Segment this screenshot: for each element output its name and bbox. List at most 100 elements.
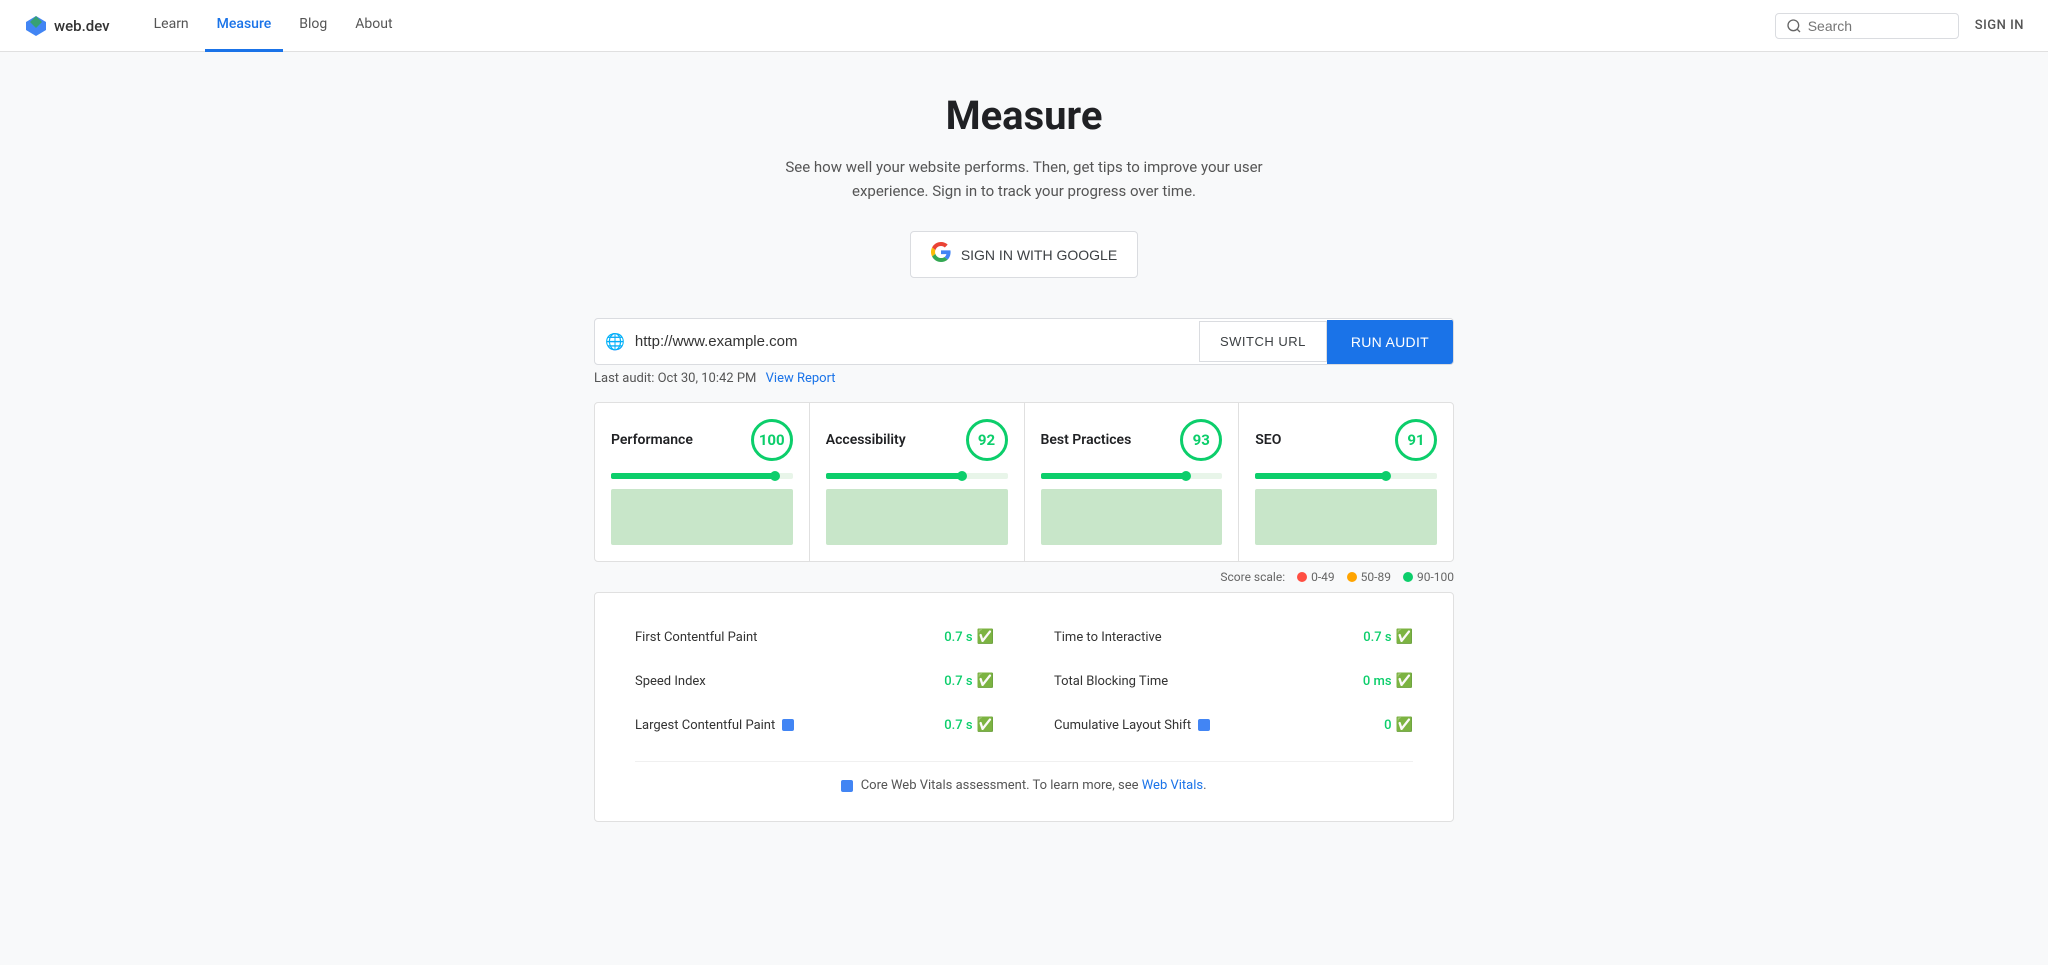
score-card-header-accessibility: Accessibility 92	[826, 419, 1008, 461]
score-label-performance: Performance	[611, 432, 693, 448]
score-bar-track-accessibility	[826, 473, 1008, 479]
metric-check-tbt: ✅	[1396, 673, 1413, 689]
score-circle-accessibility: 92	[966, 419, 1008, 461]
cwv-text: Core Web Vitals assessment. To learn mor…	[861, 778, 1139, 793]
google-signin-label: SIGN IN WITH GOOGLE	[961, 247, 1117, 263]
metric-fcp: First Contentful Paint 0.7 s ✅	[635, 621, 994, 653]
cls-cwv-badge	[1198, 719, 1210, 731]
scale-range-mid: 50-89	[1361, 570, 1391, 584]
metric-value-lcp: 0.7 s ✅	[944, 717, 994, 733]
metric-label-tti: Time to Interactive	[1054, 630, 1162, 645]
score-thumbnail-best-practices	[1041, 489, 1223, 545]
score-bar-fill-performance	[611, 473, 775, 479]
scale-dot-low	[1297, 572, 1307, 582]
score-card-header-performance: Performance 100	[611, 419, 793, 461]
metric-value-text-tbt: 0 ms	[1363, 674, 1392, 689]
metric-row-tti: Time to Interactive 0.7 s ✅	[1054, 621, 1413, 653]
metric-row-tbt: Total Blocking Time 0 ms ✅	[1054, 665, 1413, 697]
score-label-seo: SEO	[1255, 432, 1281, 448]
switch-url-button[interactable]: SWITCH URL	[1199, 321, 1327, 362]
search-icon	[1786, 18, 1802, 34]
score-card-accessibility: Accessibility 92	[810, 403, 1025, 561]
score-card-header-seo: SEO 91	[1255, 419, 1437, 461]
google-logo-icon	[931, 242, 951, 262]
metric-value-fcp: 0.7 s ✅	[944, 629, 994, 645]
metric-tti: Time to Interactive 0.7 s ✅	[1054, 621, 1413, 653]
score-bar-dot-seo	[1381, 471, 1391, 481]
score-card-seo: SEO 91	[1239, 403, 1453, 561]
scale-item-low: 0-49	[1297, 570, 1335, 584]
last-audit-info: Last audit: Oct 30, 10:42 PM View Report	[594, 371, 1454, 386]
metric-row-lcp: Largest Contentful Paint 0.7 s ✅	[635, 709, 994, 741]
logo-link[interactable]: web.dev	[24, 14, 110, 38]
metric-label-cls: Cumulative Layout Shift	[1054, 718, 1214, 733]
logo-icon	[24, 14, 48, 38]
metric-check-lcp: ✅	[977, 717, 994, 733]
logo-text: web.dev	[54, 17, 110, 35]
sign-in-button[interactable]: SIGN IN	[1975, 18, 2024, 33]
metric-si: Speed Index 0.7 s ✅	[635, 665, 994, 697]
score-bar-fill-seo	[1255, 473, 1386, 479]
score-bar-dot-best-practices	[1181, 471, 1191, 481]
metric-value-text-fcp: 0.7 s	[944, 630, 972, 645]
google-signin-button[interactable]: SIGN IN WITH GOOGLE	[910, 231, 1138, 278]
scale-range-low: 0-49	[1311, 570, 1335, 584]
url-section: 🌐 SWITCH URL RUN AUDIT Last audit: Oct 3…	[594, 318, 1454, 386]
metric-value-cls: 0 ✅	[1384, 717, 1413, 733]
nav-link-learn[interactable]: Learn	[142, 0, 201, 52]
metric-value-si: 0.7 s ✅	[944, 673, 994, 689]
metric-lcp: Largest Contentful Paint 0.7 s ✅	[635, 709, 994, 741]
metric-label-fcp: First Contentful Paint	[635, 630, 757, 645]
metric-tbt: Total Blocking Time 0 ms ✅	[1054, 665, 1413, 697]
score-circle-performance: 100	[751, 419, 793, 461]
metric-value-text-lcp: 0.7 s	[944, 718, 972, 733]
metric-row-cls: Cumulative Layout Shift 0 ✅	[1054, 709, 1413, 741]
metric-check-cls: ✅	[1396, 717, 1413, 733]
score-scale-label: Score scale:	[1220, 570, 1285, 584]
metric-value-text-cls: 0	[1384, 718, 1391, 733]
score-bar-dot-performance	[770, 471, 780, 481]
score-thumbnail-performance	[611, 489, 793, 545]
url-input[interactable]	[635, 319, 1199, 364]
scale-item-high: 90-100	[1403, 570, 1454, 584]
lcp-cwv-badge	[782, 719, 794, 731]
metric-row-fcp: First Contentful Paint 0.7 s ✅	[635, 621, 994, 653]
scale-dot-mid	[1347, 572, 1357, 582]
score-bar-dot-accessibility	[957, 471, 967, 481]
page-title: Measure	[594, 92, 1454, 139]
metric-label-lcp: Largest Contentful Paint	[635, 718, 798, 733]
metric-value-text-si: 0.7 s	[944, 674, 972, 689]
score-card-header-best-practices: Best Practices 93	[1041, 419, 1223, 461]
metric-value-tbt: 0 ms ✅	[1363, 673, 1413, 689]
nav-link-blog[interactable]: Blog	[287, 0, 339, 52]
page-subtitle: See how well your website performs. Then…	[594, 155, 1454, 203]
score-label-best-practices: Best Practices	[1041, 432, 1132, 448]
score-bar-fill-accessibility	[826, 473, 962, 479]
run-audit-button[interactable]: RUN AUDIT	[1327, 320, 1453, 364]
view-report-link[interactable]: View Report	[766, 371, 836, 386]
score-bar-track-seo	[1255, 473, 1437, 479]
score-thumbnail-accessibility	[826, 489, 1008, 545]
scale-item-mid: 50-89	[1347, 570, 1391, 584]
metric-value-text-tti: 0.7 s	[1363, 630, 1391, 645]
nav-link-about[interactable]: About	[343, 0, 404, 52]
score-circle-best-practices: 93	[1180, 419, 1222, 461]
web-vitals-link[interactable]: Web Vitals	[1142, 778, 1203, 793]
metric-value-tti: 0.7 s ✅	[1363, 629, 1413, 645]
metric-cls: Cumulative Layout Shift 0 ✅	[1054, 709, 1413, 741]
search-box[interactable]	[1775, 13, 1959, 39]
nav-right: SIGN IN	[1775, 13, 2024, 39]
score-thumbnail-seo	[1255, 489, 1437, 545]
globe-icon: 🌐	[595, 332, 635, 351]
metric-row-si: Speed Index 0.7 s ✅	[635, 665, 994, 697]
score-circle-seo: 91	[1395, 419, 1437, 461]
search-input[interactable]	[1808, 18, 1948, 34]
metric-check-tti: ✅	[1396, 629, 1413, 645]
metric-check-si: ✅	[977, 673, 994, 689]
metrics-box: First Contentful Paint 0.7 s ✅ Time to I…	[594, 592, 1454, 822]
nav-links: Learn Measure Blog About	[142, 0, 1775, 52]
cwv-legend-badge	[841, 780, 853, 792]
core-web-vitals-note: Core Web Vitals assessment. To learn mor…	[635, 761, 1413, 793]
url-bar: 🌐 SWITCH URL RUN AUDIT	[594, 318, 1454, 365]
nav-link-measure[interactable]: Measure	[205, 0, 284, 52]
